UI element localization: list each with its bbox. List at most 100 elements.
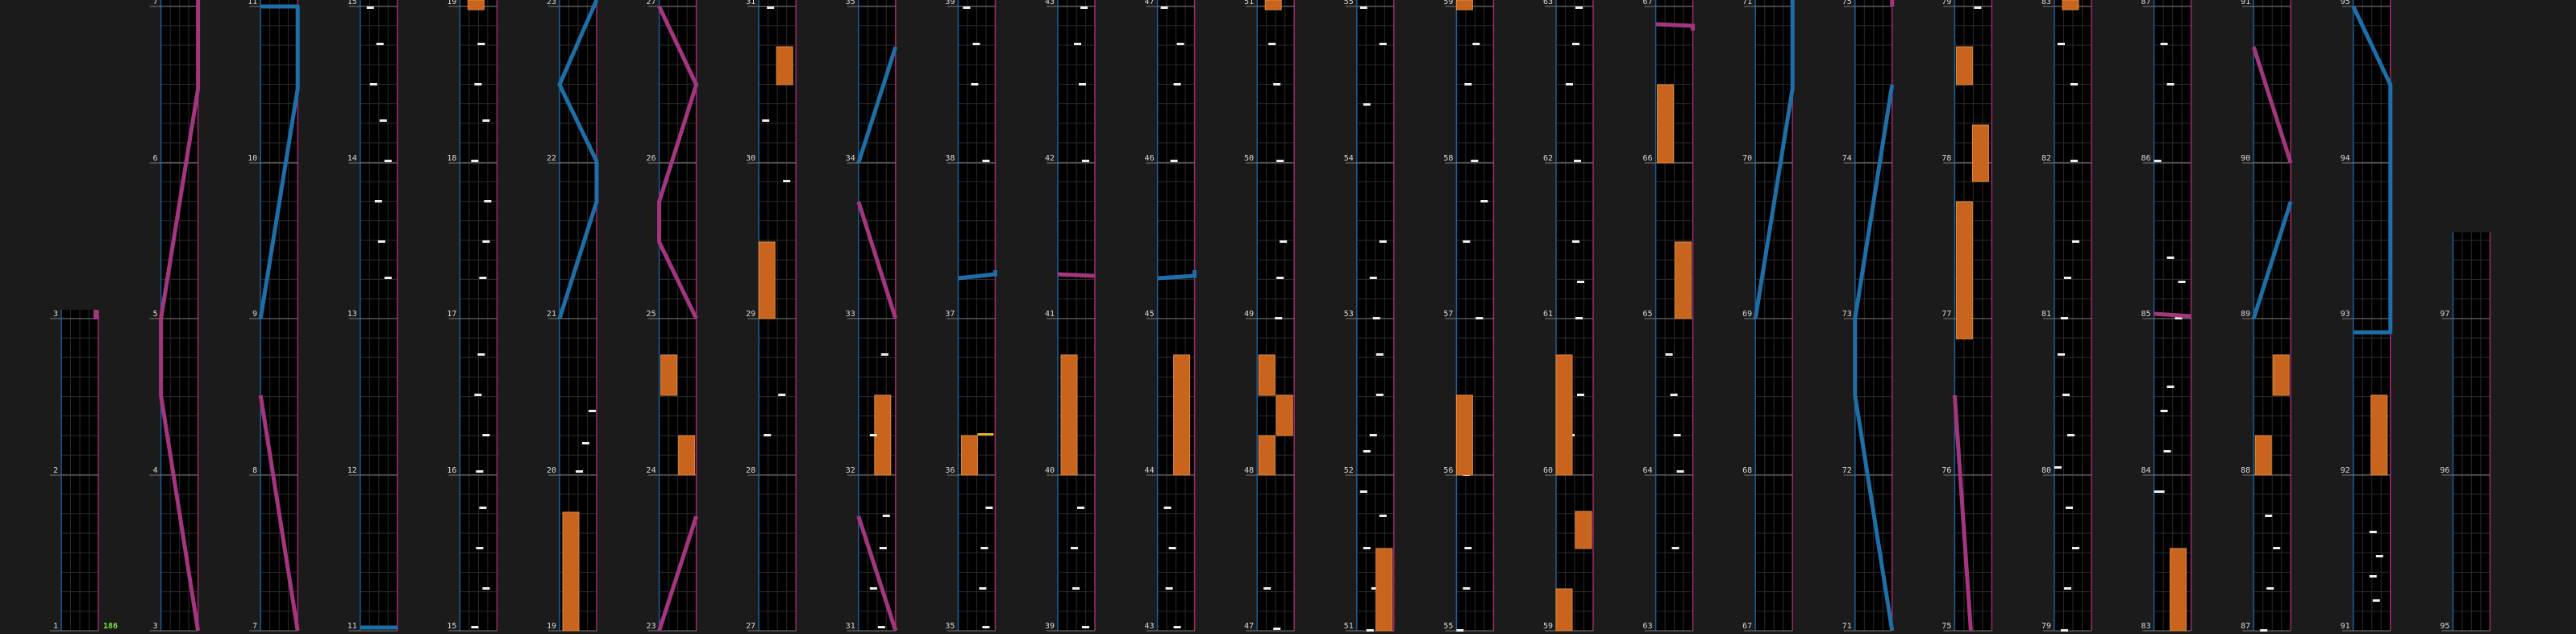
hold-note [960, 435, 978, 476]
combo-counter: 186 [103, 622, 119, 631]
tap-note [1577, 281, 1584, 283]
tap-note [2058, 43, 2065, 45]
measure-number: 25 [646, 310, 656, 319]
tap-note [589, 410, 596, 412]
tap-note [877, 626, 885, 628]
tap-note [1359, 490, 1367, 493]
tap-note [1375, 394, 1384, 396]
hold-note [1060, 354, 1078, 476]
tap-note [767, 6, 775, 9]
measure-number: 33 [845, 310, 855, 319]
measure-number: 38 [945, 154, 955, 163]
tap-note [1176, 43, 1184, 45]
tap-note [1574, 160, 1581, 162]
tap-note [1575, 6, 1583, 9]
tap-note [374, 200, 382, 202]
measure-number: 55 [1343, 0, 1354, 6]
measure-number: 37 [945, 310, 955, 319]
tap-note [2369, 531, 2377, 533]
tap-note [2058, 353, 2065, 356]
measure-number: 94 [2340, 154, 2350, 163]
tap-note [482, 240, 490, 243]
hold-note [1675, 241, 1692, 319]
tap-note [1170, 160, 1178, 162]
hold-note [2272, 354, 2290, 396]
tap-note [2369, 575, 2377, 578]
tap-note [2163, 450, 2171, 453]
measure-number: 76 [1941, 466, 1952, 475]
tap-note [2154, 490, 2162, 493]
tap-note [369, 83, 377, 86]
measure-number: 68 [1742, 466, 1753, 475]
measure-number: 17 [447, 310, 457, 319]
measure-number: 32 [845, 466, 855, 475]
measure-number: 49 [1244, 310, 1255, 319]
tap-note [1082, 626, 1089, 628]
tap-note [1572, 43, 1579, 45]
measure-number: 23 [546, 0, 556, 6]
slide-note [94, 310, 98, 319]
measure-number: 23 [646, 622, 656, 631]
tap-note [2375, 555, 2383, 557]
tap-note [2160, 410, 2168, 412]
tap-note [2070, 160, 2078, 162]
tap-note [1676, 470, 1684, 473]
measure-number: 81 [2041, 310, 2051, 319]
measure-number: 45 [1144, 310, 1155, 319]
measure-number: 69 [1742, 310, 1753, 319]
hold-note [1971, 124, 1989, 182]
measure-number: 75 [1941, 622, 1952, 631]
measure-number: 88 [2241, 466, 2251, 475]
tap-note [869, 434, 877, 436]
timeline-lanes[interactable] [0, 0, 2576, 634]
measure-number: 18 [447, 154, 457, 163]
measure-number: 52 [1343, 466, 1354, 475]
measure-number: 46 [1144, 154, 1155, 163]
tap-note [1363, 547, 1371, 549]
tap-note [2067, 434, 2075, 436]
measure-number: 35 [845, 0, 855, 6]
tap-note [982, 160, 990, 162]
hold-note [758, 241, 776, 319]
measure-number: 56 [1443, 466, 1454, 475]
measure-number: 59 [1443, 0, 1454, 6]
measure-number: 92 [2340, 466, 2350, 475]
tap-note [2166, 83, 2174, 86]
measure-number: 70 [1742, 154, 1753, 163]
measure-number: 71 [1742, 0, 1753, 6]
tap-note [2265, 515, 2273, 517]
measure-number: 20 [546, 466, 556, 475]
measure-number: 28 [746, 466, 756, 475]
tap-note [1379, 240, 1387, 243]
tap-note [2061, 629, 2068, 632]
hold-note [1276, 394, 1293, 436]
tap-note [1359, 6, 1367, 9]
tap-note [1464, 547, 1472, 549]
measure-number: 43 [1044, 0, 1055, 6]
tap-note [1280, 240, 1288, 243]
measure-number: 71 [1841, 622, 1852, 631]
measure-number: 87 [2141, 0, 2151, 6]
tap-note [1263, 587, 1271, 590]
tap-note [1080, 6, 1088, 9]
measure-number: 2 [52, 466, 58, 475]
tap-note [1671, 547, 1679, 549]
chart-editor-canvas[interactable]: 1 2 3 3 4 5 6 7 7 8 9 10 11 11 12 13 14 15 15 16 17 18 19 19 20 2… [0, 0, 2576, 634]
measure-number: 95 [2440, 622, 2450, 631]
measure-number: 27 [746, 622, 756, 631]
tap-note [576, 470, 583, 473]
measure-number: 79 [2041, 622, 2051, 631]
tap-note [2260, 629, 2268, 632]
measure-number: 63 [1642, 622, 1653, 631]
tap-note [1379, 43, 1387, 45]
tap-note [377, 240, 385, 243]
measure-number: 13 [347, 310, 357, 319]
tap-note [1372, 317, 1380, 319]
measure-number: 44 [1144, 466, 1155, 475]
tap-note [1472, 43, 1480, 45]
measure-number: 14 [347, 154, 357, 163]
tap-note [1077, 507, 1084, 509]
tap-note [474, 394, 482, 396]
measure-number: 83 [2141, 622, 2151, 631]
hold-note [1173, 354, 1191, 476]
